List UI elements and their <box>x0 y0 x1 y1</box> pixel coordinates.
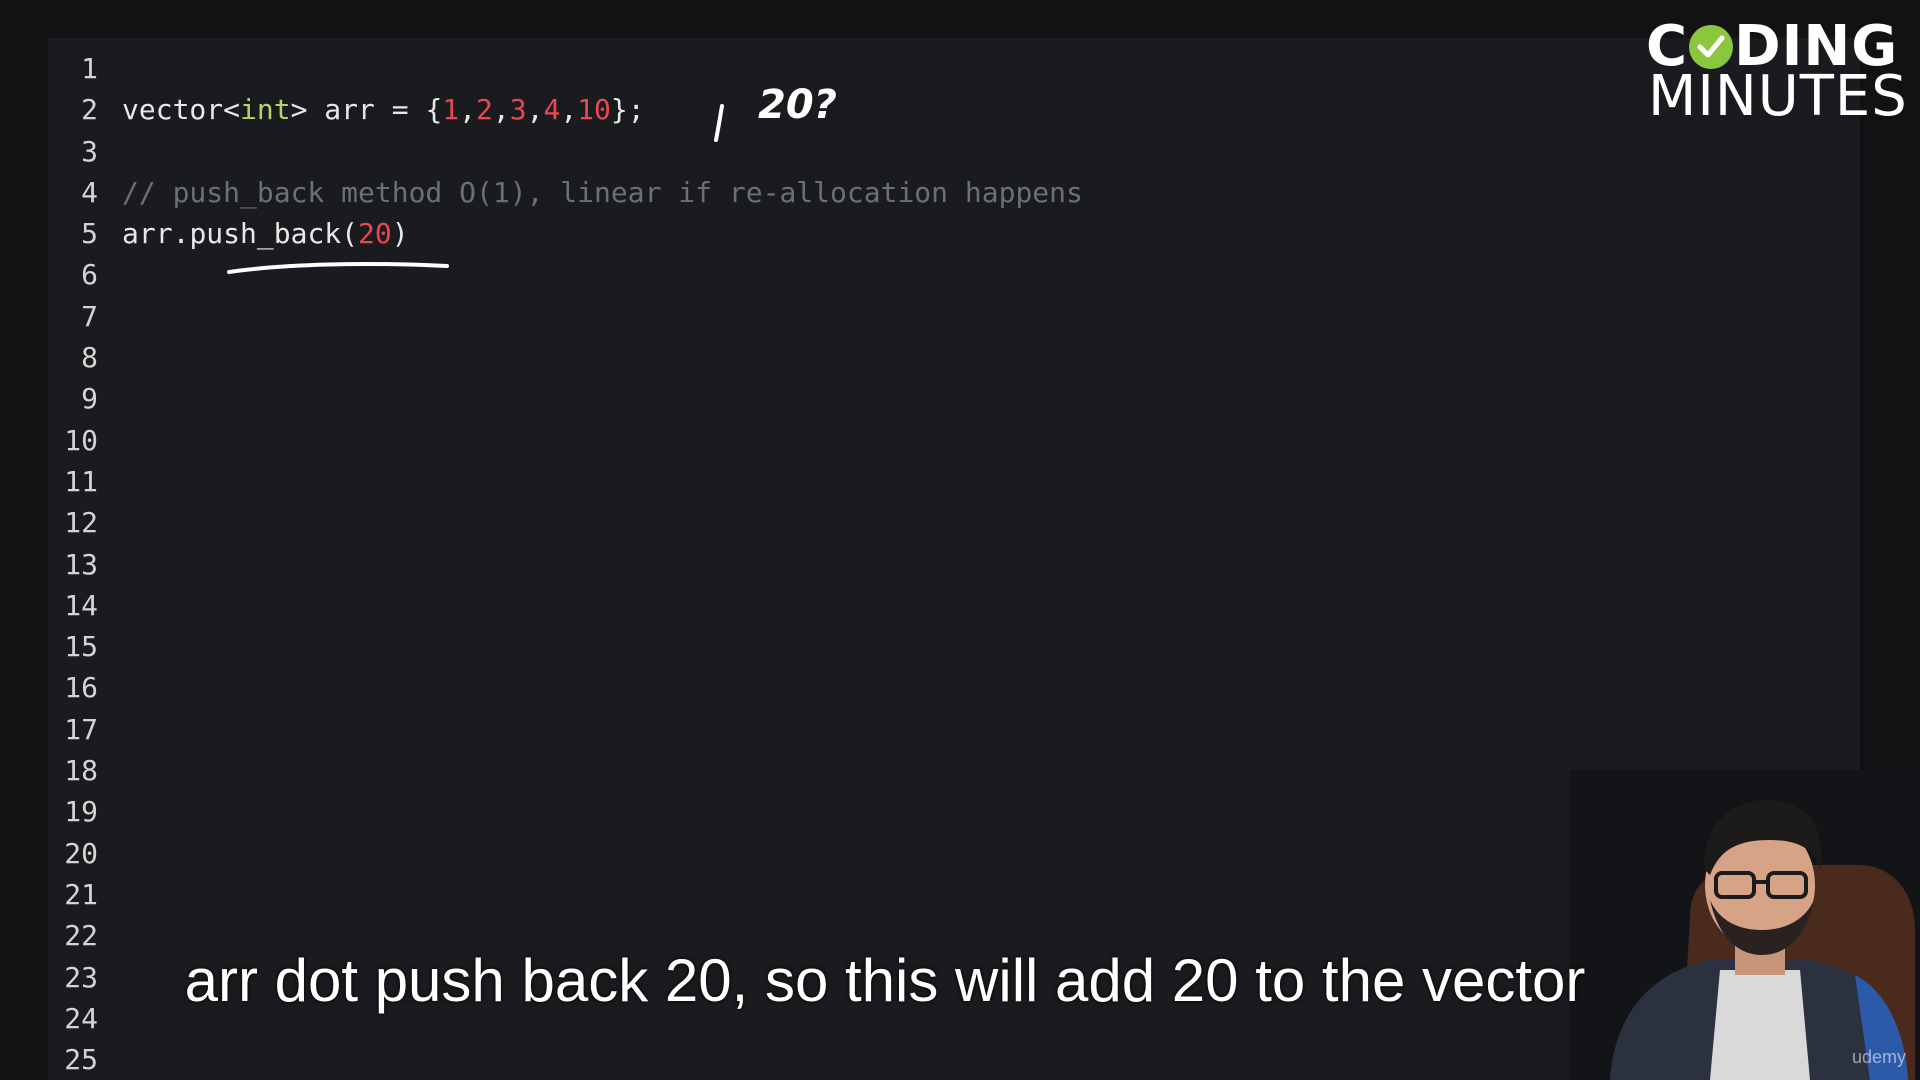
line-number: 21 <box>64 877 98 911</box>
line-number: 16 <box>64 671 98 705</box>
paren-open: ( <box>341 217 359 251</box>
vector-keyword: vector <box>122 93 224 127</box>
angle-open: < <box>223 93 241 127</box>
line-number: 17 <box>64 712 98 746</box>
number-literal: 4 <box>543 93 561 127</box>
code-comment: // push_back method O(1), linear if re-a… <box>122 175 1083 209</box>
udemy-watermark: udemy <box>1851 1047 1906 1067</box>
line-number: 10 <box>64 423 98 457</box>
code-line-3[interactable] <box>122 131 1860 172</box>
number-literal: 2 <box>476 93 493 127</box>
argument-literal: 20 <box>358 217 392 251</box>
object-name: arr. <box>122 217 190 251</box>
line-number: 15 <box>64 630 98 664</box>
declaration-text: > arr = { <box>290 93 443 127</box>
comma: , <box>526 93 544 127</box>
line-number: 11 <box>64 464 98 498</box>
int-type: int <box>240 93 291 127</box>
presenter-webcam: udemy <box>1570 770 1920 1080</box>
line-number: 14 <box>64 588 98 622</box>
code-line-5[interactable]: arr.push_back(20) <box>122 213 1860 254</box>
comma: , <box>492 93 510 127</box>
code-line-2[interactable]: vector<int> arr = {1,2,3,4,10}; <box>122 89 1860 130</box>
presenter-image <box>1570 770 1920 1080</box>
check-icon <box>1689 25 1734 69</box>
line-number: 8 <box>81 341 98 375</box>
line-number: 12 <box>64 506 98 540</box>
line-number: 13 <box>64 547 98 581</box>
brace-close: }; <box>610 93 645 127</box>
number-literal: 3 <box>509 93 527 127</box>
number-literal: 10 <box>577 93 611 127</box>
line-number: 7 <box>81 299 98 333</box>
line-number: 6 <box>81 258 98 292</box>
number-literal: 1 <box>442 93 460 127</box>
logo-line-2: MINUTES <box>1648 64 1908 129</box>
method-name: push_back <box>189 217 342 251</box>
line-number: 20 <box>64 836 98 870</box>
video-frame: 1 2 3 4 5 6 7 8 9 10 11 12 13 14 15 16 1… <box>0 0 1920 1080</box>
comma: , <box>560 93 578 127</box>
line-number: 4 <box>81 175 98 209</box>
code-line-1[interactable] <box>122 48 1860 89</box>
comma: , <box>459 93 477 127</box>
code-area[interactable]: vector<int> arr = {1,2,3,4,10}; // push_… <box>122 48 1860 254</box>
caption-subtitle: arr dot push back 20, so this will add 2… <box>184 947 1586 1014</box>
line-number: 5 <box>81 217 98 251</box>
paren-close: ) <box>391 217 409 251</box>
line-number-gutter: 1 2 3 4 5 6 7 8 9 10 11 12 13 14 15 16 1… <box>48 48 98 1080</box>
line-number: 25 <box>64 1043 98 1077</box>
coding-minutes-logo: C DING MINUTES <box>1640 14 1910 129</box>
line-number: 2 <box>81 93 98 127</box>
line-number: 9 <box>81 382 98 416</box>
line-number: 19 <box>64 795 98 829</box>
line-number: 3 <box>81 134 98 168</box>
line-number: 1 <box>81 52 98 85</box>
line-number: 18 <box>64 754 98 788</box>
